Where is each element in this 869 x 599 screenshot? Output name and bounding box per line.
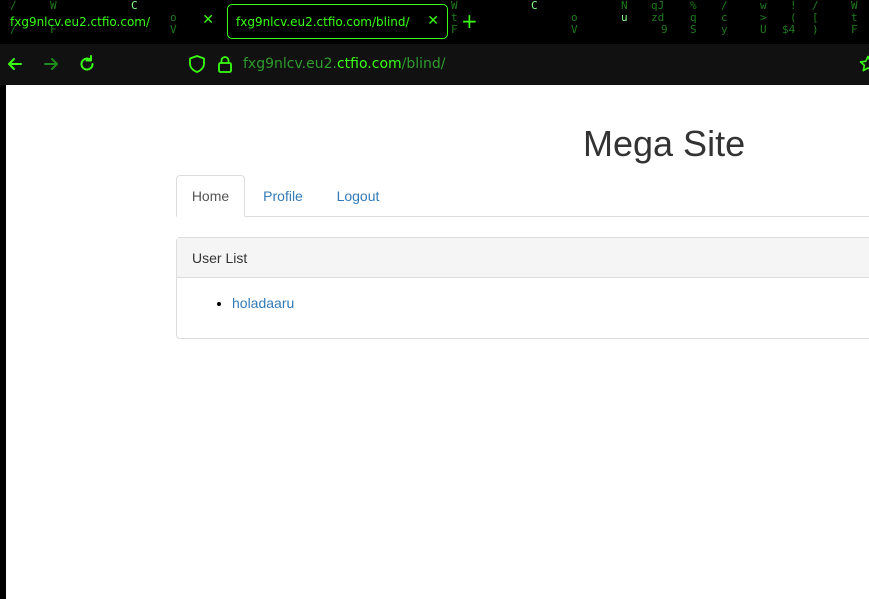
tab-profile[interactable]: Profile bbox=[249, 175, 317, 216]
url-path: /blind/ bbox=[401, 56, 446, 72]
close-tab-icon[interactable]: ✕ bbox=[202, 12, 214, 28]
address-bar[interactable]: fxg9nlcv.eu2.ctfio.com/blind/ bbox=[243, 56, 446, 72]
list-item: holadaaru bbox=[232, 295, 869, 311]
panel-heading: User List bbox=[177, 238, 869, 278]
page-title: Mega Site bbox=[583, 123, 746, 164]
user-list: holadaaru bbox=[177, 278, 869, 311]
close-tab-icon[interactable]: ✕ bbox=[427, 13, 439, 29]
tracking-shield-icon[interactable] bbox=[187, 54, 207, 74]
browser-tab-active[interactable]: fxg9nlcv.eu2.ctfio.com/blind/ ✕ bbox=[227, 4, 448, 39]
back-arrow-icon[interactable] bbox=[5, 54, 25, 74]
url-prefix: fxg9nlcv.eu2. bbox=[243, 56, 337, 72]
browser-toolbar: fxg9nlcv.eu2.ctfio.com/blind/ bbox=[0, 44, 869, 85]
bookmark-star-icon[interactable] bbox=[858, 54, 869, 74]
tab-home[interactable]: Home bbox=[176, 175, 245, 217]
tab-logout[interactable]: Logout bbox=[322, 175, 394, 216]
tab-title: fxg9nlcv.eu2.ctfio.com/ bbox=[10, 14, 151, 29]
forward-arrow-icon[interactable] bbox=[41, 54, 61, 74]
page-viewport: Mega Site Home Profile Logout User List … bbox=[6, 85, 869, 599]
browser-tab-inactive[interactable]: fxg9nlcv.eu2.ctfio.com/ ✕ bbox=[0, 4, 222, 39]
panel-body: holadaaru bbox=[177, 278, 869, 311]
url-host: ctfio.com bbox=[336, 56, 402, 72]
user-link[interactable]: holadaaru bbox=[232, 295, 294, 311]
browser-tab-strip: / / WF C oV WtF C oV Nu qJ zd 9 % q S / c y w > U… bbox=[0, 0, 869, 44]
user-list-panel: User List holadaaru bbox=[176, 237, 869, 339]
reload-icon[interactable] bbox=[77, 54, 97, 74]
lock-icon[interactable] bbox=[215, 54, 235, 74]
tab-title: fxg9nlcv.eu2.ctfio.com/blind/ bbox=[236, 14, 410, 29]
site-nav-tabs: Home Profile Logout bbox=[176, 175, 869, 217]
new-tab-icon[interactable]: + bbox=[461, 10, 478, 32]
